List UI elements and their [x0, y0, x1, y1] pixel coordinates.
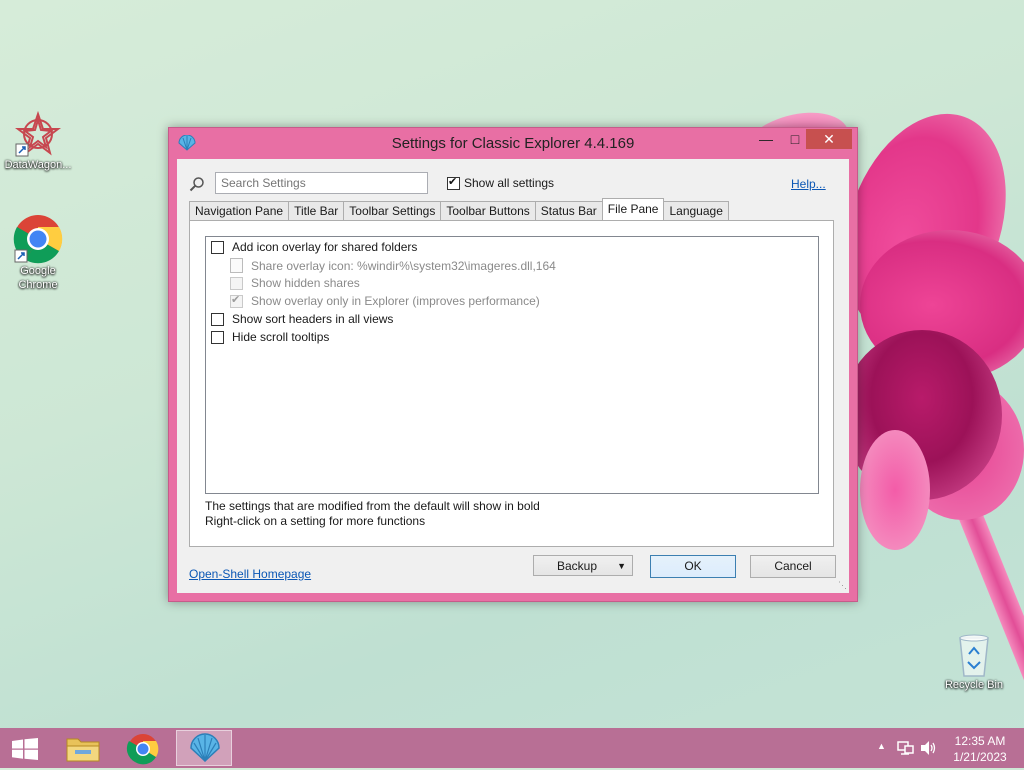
desktop-icon-label: Google Chrome: [18, 265, 58, 291]
help-link[interactable]: Help...: [791, 177, 826, 191]
option-checkbox[interactable]: [211, 330, 224, 344]
settings-tree: Add icon overlay for shared folders Shar…: [205, 236, 819, 494]
search-input[interactable]: [215, 172, 428, 194]
taskbar-classic-explorer-settings[interactable]: [176, 730, 232, 766]
resize-grip-icon[interactable]: ⋱: [838, 580, 847, 591]
settings-dialog: Settings for Classic Explorer 4.4.169 — …: [168, 127, 858, 602]
tab-file-pane[interactable]: File Pane: [601, 198, 665, 220]
network-icon[interactable]: [897, 740, 915, 756]
cancel-button[interactable]: Cancel: [750, 555, 836, 578]
tab-strip: Navigation Pane Title Bar Toolbar Settin…: [189, 198, 729, 221]
tab-title-bar[interactable]: Title Bar: [288, 201, 345, 220]
option-label: Show sort headers in all views: [232, 312, 394, 326]
tab-navigation-pane[interactable]: Navigation Pane: [189, 201, 290, 220]
title-bar[interactable]: Settings for Classic Explorer 4.4.169 — …: [169, 128, 857, 159]
dialog-client: Show all settings Help... Navigation Pan…: [177, 159, 849, 593]
desktop-icon-recycle-bin[interactable]: Recycle Bin: [938, 630, 1010, 692]
show-all-settings-checkbox[interactable]: Show all settings: [447, 175, 555, 190]
chrome-icon: [13, 215, 63, 264]
datawagon-icon: [15, 110, 61, 157]
option-checkbox[interactable]: [211, 312, 224, 326]
recycle-bin-icon: [959, 634, 989, 677]
backup-button[interactable]: Backup ▼: [533, 555, 633, 576]
backup-label: Backup: [557, 559, 598, 573]
tab-language[interactable]: Language: [663, 201, 729, 220]
volume-icon[interactable]: [920, 740, 938, 756]
close-icon: ✕: [823, 131, 835, 147]
option-label: Hide scroll tooltips: [232, 330, 330, 344]
tab-toolbar-settings[interactable]: Toolbar Settings: [343, 201, 442, 220]
taskbar: ▲ 12:35 AM 1/21/2023: [0, 728, 1024, 768]
option-label: Show overlay only in Explorer (improves …: [251, 294, 540, 308]
desktop-icon-label: DataWagon...: [4, 159, 72, 171]
checkbox-box[interactable]: [447, 175, 460, 190]
desktop-icon-google-chrome[interactable]: Google Chrome: [2, 214, 74, 292]
option-hide-scroll-tooltips[interactable]: Hide scroll tooltips: [211, 330, 329, 344]
desktop-icon-label: Recycle Bin: [944, 679, 1004, 691]
taskbar-clock[interactable]: 12:35 AM 1/21/2023: [942, 733, 1018, 765]
dropdown-arrow-icon: ▼: [617, 561, 626, 571]
option-checkbox[interactable]: [211, 240, 224, 254]
clock-time: 12:35 AM: [954, 734, 1006, 748]
shell-icon: [190, 733, 220, 763]
ok-button[interactable]: OK: [650, 555, 736, 578]
option-show-hidden-shares[interactable]: Show hidden shares: [230, 276, 360, 290]
option-checkbox[interactable]: [230, 276, 243, 290]
file-icon: [230, 258, 243, 273]
tab-toolbar-buttons[interactable]: Toolbar Buttons: [440, 201, 536, 220]
wallpaper-petal: [860, 430, 930, 550]
tab-panel-file-pane: Add icon overlay for shared folders Shar…: [189, 220, 834, 547]
show-hidden-icons-button[interactable]: ▲: [877, 741, 886, 751]
option-label: Show hidden shares: [251, 276, 360, 290]
info-note: Right-click on a setting for more functi…: [205, 514, 426, 528]
minimize-button[interactable]: —: [751, 129, 781, 149]
option-checkbox[interactable]: [230, 293, 243, 308]
option-show-sort-headers[interactable]: Show sort headers in all views: [211, 312, 393, 326]
info-note: The settings that are modified from the …: [205, 499, 540, 513]
option-share-overlay-icon[interactable]: Share overlay icon: %windir%\system32\im…: [230, 258, 556, 273]
search-icon: [189, 177, 204, 192]
folder-icon: [66, 738, 100, 762]
open-shell-homepage-link[interactable]: Open-Shell Homepage: [189, 567, 311, 581]
taskbar-file-explorer[interactable]: [55, 730, 111, 766]
option-show-overlay-only-in-explorer[interactable]: Show overlay only in Explorer (improves …: [230, 293, 540, 308]
option-add-icon-overlay[interactable]: Add icon overlay for shared folders: [211, 240, 417, 254]
option-label: Share overlay icon: %windir%\system32\im…: [251, 258, 556, 273]
windows-start-icon[interactable]: [12, 738, 38, 760]
tab-status-bar[interactable]: Status Bar: [534, 201, 603, 220]
chrome-icon: [126, 734, 159, 765]
desktop-icon-datawagon[interactable]: DataWagon...: [2, 110, 74, 172]
close-button[interactable]: ✕: [806, 129, 852, 149]
taskbar-google-chrome[interactable]: [115, 730, 171, 766]
show-all-label: Show all settings: [464, 176, 555, 190]
clock-date: 1/21/2023: [953, 750, 1007, 764]
option-label: Add icon overlay for shared folders: [232, 240, 418, 254]
